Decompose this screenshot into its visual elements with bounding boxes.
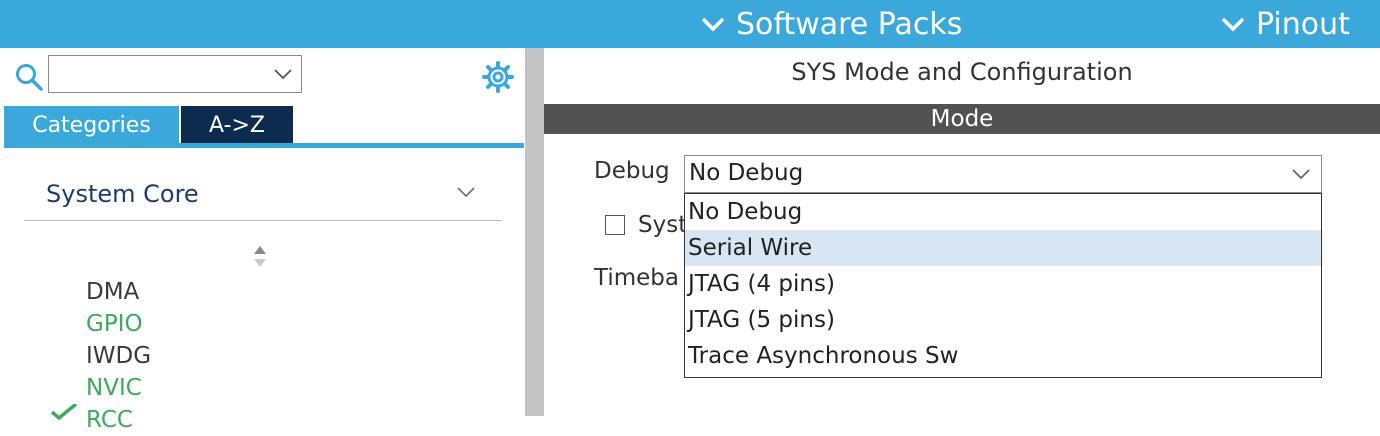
debug-select-value: No Debug	[689, 160, 804, 186]
debug-select[interactable]: No Debug	[684, 155, 1322, 193]
pinout-menu[interactable]: Pinout	[1220, 4, 1350, 44]
timebase-label: Timeba	[594, 265, 679, 291]
chevron-down-icon	[1221, 17, 1245, 32]
software-packs-label: Software Packs	[736, 6, 963, 42]
debug-label: Debug	[594, 158, 670, 184]
dropdown-option-jtag-5[interactable]: JTAG (5 pins)	[685, 302, 1321, 338]
tab-underline	[4, 143, 524, 148]
dropdown-option-serial-wire[interactable]: Serial Wire	[685, 230, 1321, 266]
section-label: System Core	[46, 180, 199, 208]
left-panel	[0, 48, 525, 416]
chevron-down-icon[interactable]	[1291, 168, 1311, 180]
section-system-core[interactable]: System Core	[24, 172, 502, 221]
list-item-nvic[interactable]: NVIC	[86, 372, 151, 404]
check-icon	[50, 404, 78, 420]
chevron-down-icon	[701, 17, 725, 32]
category-list: DMA GPIO IWDG NVIC RCC	[86, 276, 151, 436]
tab-a-to-z-label: A->Z	[208, 112, 265, 138]
top-bar	[0, 0, 1380, 48]
config-title: SYS Mode and Configuration	[791, 58, 1133, 86]
dropdown-option-trace-async[interactable]: Trace Asynchronous Sw	[685, 338, 1321, 374]
search-icon[interactable]	[14, 62, 44, 92]
panel-splitter[interactable]	[525, 48, 544, 416]
tab-a-to-z[interactable]: A->Z	[181, 106, 293, 144]
sys-checkbox[interactable]	[605, 215, 625, 235]
list-item-rcc[interactable]: RCC	[86, 404, 151, 436]
dropdown-option-jtag-4[interactable]: JTAG (4 pins)	[685, 266, 1321, 302]
category-tabs: Categories A->Z	[4, 106, 293, 144]
chevron-down-icon[interactable]	[273, 68, 293, 80]
pinout-label: Pinout	[1256, 6, 1350, 42]
tab-categories[interactable]: Categories	[4, 106, 179, 144]
list-item-iwdg[interactable]: IWDG	[86, 340, 151, 372]
list-item-gpio[interactable]: GPIO	[86, 308, 151, 340]
sys-checkbox-label: Syst	[638, 212, 688, 238]
software-packs-menu[interactable]: Software Packs	[700, 4, 962, 44]
mode-header-label: Mode	[930, 106, 994, 132]
search-input[interactable]	[53, 57, 267, 93]
mode-header: Mode	[544, 104, 1380, 134]
sort-icon[interactable]	[252, 244, 268, 270]
gear-icon[interactable]	[481, 60, 515, 94]
chevron-down-icon[interactable]	[456, 186, 476, 198]
tab-categories-label: Categories	[32, 112, 151, 138]
dropdown-option-no-debug[interactable]: No Debug	[685, 194, 1321, 230]
list-item-dma[interactable]: DMA	[86, 276, 151, 308]
search-combobox[interactable]	[48, 55, 302, 93]
debug-dropdown-list: No Debug Serial Wire JTAG (4 pins) JTAG …	[684, 193, 1322, 378]
